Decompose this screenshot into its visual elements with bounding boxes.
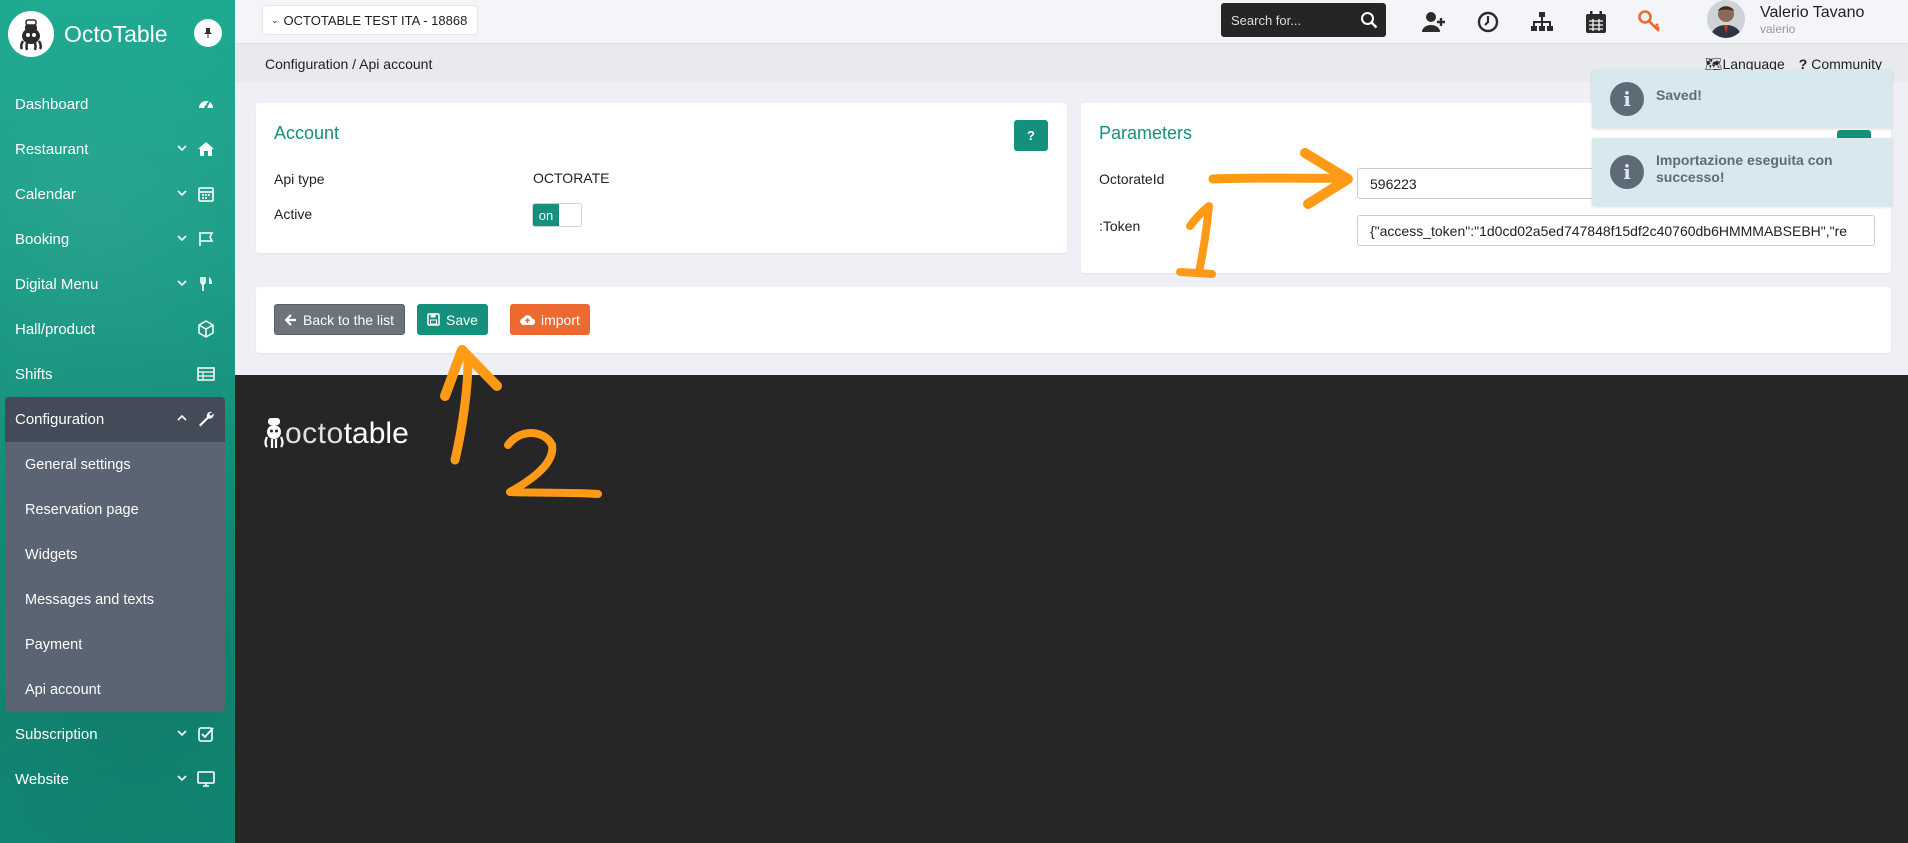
sidebar-item-website[interactable]: Website [0, 757, 235, 802]
sidebar-item-digital-menu[interactable]: Digital Menu [0, 262, 235, 307]
cloud-upload-icon [520, 314, 535, 325]
api-type-value: OCTORATE [533, 170, 610, 186]
gauge-icon [199, 101, 213, 109]
parameters-title: Parameters [1099, 123, 1193, 143]
toast-text: Saved! [1656, 87, 1702, 103]
chevron-down-icon [177, 190, 187, 197]
home-icon [198, 142, 214, 156]
breadcrumb: Configuration / Api account [265, 56, 433, 72]
api-type-label: Api type [274, 171, 325, 187]
token-field[interactable] [1357, 215, 1875, 246]
cube-icon [198, 320, 214, 338]
sidebar-subitem-messages[interactable]: Messages and texts [5, 577, 225, 622]
sidebar-item-label: Calendar [15, 186, 76, 203]
toast-saved[interactable]: i Saved! [1592, 70, 1892, 128]
sidebar-subitem-api-account[interactable]: Api account [5, 667, 225, 712]
chevron-up-icon [177, 414, 187, 421]
sidebar-nav: Dashboard Restaurant Calendar Booking Di… [0, 82, 235, 802]
topbar: ⌄ OCTOTABLE TEST ITA - 18868 Valerio Tav… [235, 0, 1908, 44]
toast-import-success[interactable]: i Importazione eseguita con successo! [1592, 138, 1892, 206]
sidebar-item-label: Website [15, 771, 69, 788]
sidebar-item-label: Configuration [15, 411, 105, 428]
footer: octo table [235, 375, 1908, 843]
monitor-icon [197, 771, 215, 787]
sidebar-item-label: Shifts [15, 366, 53, 383]
sidebar-item-label: Digital Menu [15, 276, 99, 293]
octopus-logo-icon [8, 11, 54, 57]
floppy-icon [427, 313, 440, 326]
token-label: :Token [1099, 218, 1141, 234]
sitemap-icon[interactable] [1529, 9, 1555, 35]
sidebar-item-restaurant[interactable]: Restaurant [0, 127, 235, 172]
sidebar-item-shifts[interactable]: Shifts [0, 352, 235, 397]
account-help-button[interactable]: ? [1014, 120, 1048, 151]
user-login: valerio [1760, 22, 1796, 36]
table-icon [197, 367, 215, 381]
info-icon: i [1610, 82, 1644, 116]
chevron-down-icon: ⌄ [271, 14, 279, 25]
search-box [1221, 3, 1386, 37]
actions-card: Back to the list Save import [256, 287, 1891, 353]
sidebar-item-hall-product[interactable]: Hall/product [0, 307, 235, 352]
calendar-icon [198, 187, 214, 202]
restaurant-name: OCTOTABLE TEST ITA - 18868 [283, 12, 468, 28]
sidebar-item-label: Booking [15, 231, 70, 248]
pin-icon[interactable] [194, 19, 222, 47]
chevron-down-icon [177, 235, 187, 242]
sidebar-item-dashboard[interactable]: Dashboard [0, 82, 235, 127]
flag-icon [199, 232, 214, 246]
sidebar-item-label: Hall/product [15, 321, 96, 338]
configuration-group: Configuration General settings Reservati… [5, 397, 225, 712]
account-title: Account [274, 123, 340, 143]
account-card: Account ? Api type OCTORATE Active on [256, 103, 1067, 253]
calendar-icon[interactable] [1583, 9, 1609, 35]
octopus-logo-icon [264, 418, 284, 448]
chevron-down-icon [177, 280, 187, 287]
sidebar-subitem-general-settings[interactable]: General settings [5, 442, 225, 487]
footer-logo-table: table [343, 417, 409, 450]
chevron-down-icon [177, 775, 187, 782]
sidebar-item-label: Dashboard [15, 96, 89, 113]
chevron-down-icon [177, 145, 187, 152]
sidebar-item-configuration[interactable]: Configuration [5, 397, 225, 442]
sidebar-subitem-payment[interactable]: Payment [5, 622, 225, 667]
info-icon: i [1610, 155, 1644, 189]
footer-logo-octo: octo [285, 417, 344, 450]
sidebar-item-subscription[interactable]: Subscription [0, 712, 235, 757]
toast-text: Importazione eseguita con successo! [1656, 152, 1833, 185]
clock-icon[interactable] [1475, 9, 1501, 35]
sidebar-item-calendar[interactable]: Calendar [0, 172, 235, 217]
add-user-icon[interactable] [1421, 9, 1447, 35]
octorate-id-label: OctorateId [1099, 171, 1165, 187]
chevron-down-icon [177, 730, 187, 737]
brand[interactable]: OctoTable [8, 10, 168, 58]
sidebar-item-booking[interactable]: Booking [0, 217, 235, 262]
search-icon[interactable] [1360, 11, 1378, 29]
footer-logo: octo table [263, 417, 409, 451]
active-toggle[interactable]: on [532, 203, 582, 227]
save-button[interactable]: Save [417, 304, 488, 335]
utensils-icon [200, 277, 212, 291]
user-name[interactable]: Valerio Tavano [1760, 4, 1864, 22]
sidebar-item-label: Restaurant [15, 141, 89, 158]
sidebar-subitem-reservation-page[interactable]: Reservation page [5, 487, 225, 532]
active-label: Active [274, 206, 313, 222]
import-button[interactable]: import [510, 304, 590, 335]
back-to-list-button[interactable]: Back to the list [274, 304, 406, 335]
brand-name: OctoTable [64, 20, 168, 47]
search-input[interactable] [1231, 12, 1351, 28]
toggle-on-label: on [533, 204, 559, 226]
sidebar-subitem-widgets[interactable]: Widgets [5, 532, 225, 577]
restaurant-selector[interactable]: ⌄ OCTOTABLE TEST ITA - 18868 [263, 6, 478, 34]
wrench-icon [199, 411, 214, 427]
check-square-icon [198, 727, 214, 742]
sidebar: OctoTable Dashboard Restaurant Calendar … [0, 0, 235, 843]
arrow-left-icon [285, 313, 296, 326]
key-icon[interactable] [1637, 9, 1663, 35]
avatar[interactable] [1707, 0, 1745, 38]
sidebar-item-label: Subscription [15, 726, 98, 743]
